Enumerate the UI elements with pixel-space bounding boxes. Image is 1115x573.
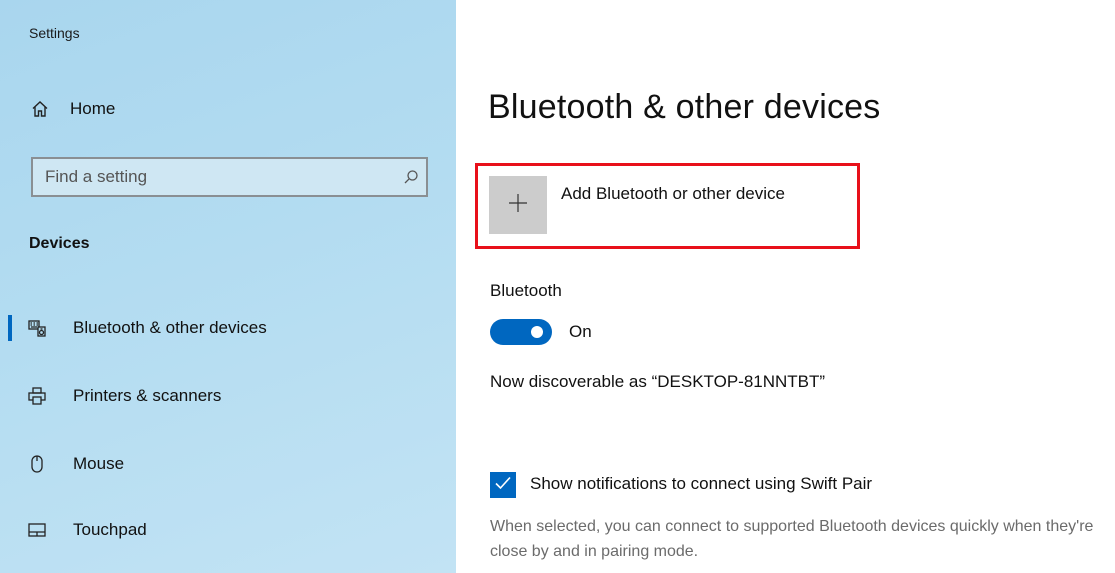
home-icon [29, 98, 51, 120]
bluetooth-devices-icon [26, 317, 48, 339]
sidebar-item-printers[interactable]: Printers & scanners [0, 374, 456, 418]
sidebar-item-touchpad[interactable]: Touchpad [0, 508, 456, 552]
discoverable-text: Now discoverable as “DESKTOP-81NNTBT” [490, 372, 826, 391]
swift-pair-help-text: When selected, you can connect to suppor… [490, 518, 1094, 560]
toggle-state-label: On [569, 322, 592, 341]
swift-pair-label[interactable]: Show notifications to connect using Swif… [530, 474, 872, 494]
sidebar-item-label: Printers & scanners [73, 386, 222, 405]
add-device-button[interactable] [489, 176, 547, 234]
printer-icon [26, 385, 48, 407]
sidebar: Settings Home Devices [0, 0, 456, 573]
sidebar-item-mouse[interactable]: Mouse [0, 442, 456, 486]
sidebar-item-label: Touchpad [73, 520, 147, 539]
toggle-knob [531, 326, 543, 338]
add-device-label[interactable]: Add Bluetooth or other device [561, 184, 785, 204]
home-nav-item[interactable]: Home [29, 98, 115, 120]
sidebar-item-label: Mouse [73, 454, 125, 473]
selected-indicator [8, 315, 12, 341]
touchpad-icon [26, 519, 48, 541]
search-input[interactable] [33, 166, 396, 188]
bluetooth-toggle[interactable] [490, 319, 552, 345]
app-title: Settings [29, 25, 80, 41]
search-box[interactable] [31, 157, 428, 197]
home-label: Home [70, 99, 116, 118]
section-title-devices: Devices [29, 235, 90, 252]
page-title: Bluetooth & other devices [488, 88, 881, 126]
checkmark-icon [494, 474, 512, 497]
plus-icon [508, 193, 528, 218]
bluetooth-heading: Bluetooth [490, 281, 562, 300]
sidebar-item-bluetooth[interactable]: Bluetooth & other devices [0, 306, 456, 350]
search-icon[interactable] [396, 169, 426, 185]
mouse-icon [26, 453, 48, 475]
swift-pair-checkbox[interactable] [490, 472, 516, 498]
sidebar-item-label: Bluetooth & other devices [73, 318, 267, 337]
